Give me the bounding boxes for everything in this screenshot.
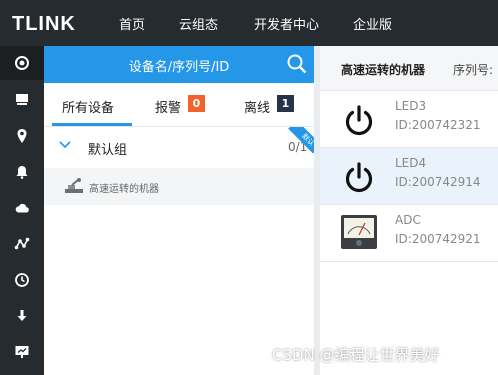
offline-count-badge: 1 [277, 95, 294, 112]
rail-item-history[interactable] [0, 263, 44, 297]
cloud-icon [15, 203, 29, 213]
device-name: 高速运转的机器 [89, 184, 159, 195]
device-name: LED3 [395, 99, 427, 113]
device-id: ID:200742321 [395, 118, 481, 132]
power-icon [345, 105, 373, 136]
list-header: 高速运转的机器 序列号: [320, 46, 498, 91]
nav-enterprise[interactable]: 企业版 [353, 14, 392, 33]
clock-icon [15, 273, 29, 287]
rail-item-cloud[interactable] [0, 191, 44, 225]
voltmeter-icon [341, 215, 377, 249]
rail-item-location[interactable] [0, 119, 44, 153]
tlink-logo[interactable]: TLINK [12, 13, 76, 36]
monitor-icon [16, 94, 28, 105]
nav-cloud-config[interactable]: 云组态 [179, 14, 218, 33]
device-filter-tabs: 所有设备 报警 0 离线 1 [44, 83, 314, 127]
alarm-count-badge: 0 [188, 95, 205, 112]
list-title: 高速运转的机器 [341, 63, 426, 77]
download-icon [17, 310, 27, 321]
device-detail-list: 高速运转的机器 序列号: LED3 ID:200742321 LED4 ID:2… [314, 46, 498, 375]
device-id: ID:200742921 [395, 232, 481, 246]
rail-item-alerts[interactable] [0, 155, 44, 189]
machine-icon [65, 178, 83, 193]
rail-item-overview[interactable] [0, 46, 44, 80]
rail-item-presentation[interactable] [0, 335, 44, 369]
top-navigation: TLINK 首页 云组态 开发者中心 企业版 [0, 0, 498, 46]
device-tree-panel: 设备名/序列号/ID 所有设备 报警 0 离线 1 默认组 0/1 默认 高速运… [44, 46, 314, 375]
nav-home[interactable]: 首页 [119, 14, 145, 33]
chevron-down-icon[interactable] [58, 140, 72, 150]
rail-item-monitor[interactable] [0, 83, 44, 117]
tab-all-devices[interactable]: 所有设备 [62, 97, 114, 116]
bell-icon [16, 166, 28, 179]
nav-developer-center[interactable]: 开发者中心 [254, 14, 319, 33]
tab-offline[interactable]: 离线 [244, 97, 270, 116]
default-ribbon: 默认 [288, 127, 314, 153]
rail-item-share[interactable] [0, 227, 44, 261]
device-card-led3[interactable]: LED3 ID:200742321 [320, 91, 498, 148]
serial-number-label: 序列号: [453, 63, 494, 77]
device-list-item[interactable]: 高速运转的机器 [44, 168, 314, 205]
active-tab-indicator [52, 123, 132, 126]
power-icon [345, 162, 373, 193]
target-icon [15, 56, 29, 70]
tab-alarm[interactable]: 报警 [155, 97, 181, 116]
group-label: 默认组 [88, 143, 128, 158]
location-pin-icon [17, 129, 27, 143]
csdn-watermark: CSDN @编程让世界美好 [272, 346, 440, 364]
presentation-icon [15, 346, 29, 358]
rail-item-download[interactable] [0, 299, 44, 333]
share-icon [14, 237, 30, 250]
search-icon[interactable] [286, 53, 308, 75]
sidebar-rail [0, 46, 44, 375]
ribbon-label: 默认 [288, 127, 314, 153]
device-id: ID:200742914 [395, 175, 481, 189]
device-name: ADC [395, 213, 421, 227]
device-card-led4[interactable]: LED4 ID:200742914 [320, 148, 498, 205]
search-placeholder[interactable]: 设备名/序列号/ID [44, 56, 314, 75]
device-search-bar[interactable]: 设备名/序列号/ID [44, 46, 314, 83]
group-row-default[interactable]: 默认组 0/1 [44, 127, 314, 168]
device-card-adc[interactable]: ADC ID:200742921 [320, 205, 498, 262]
device-name: LED4 [395, 156, 427, 170]
